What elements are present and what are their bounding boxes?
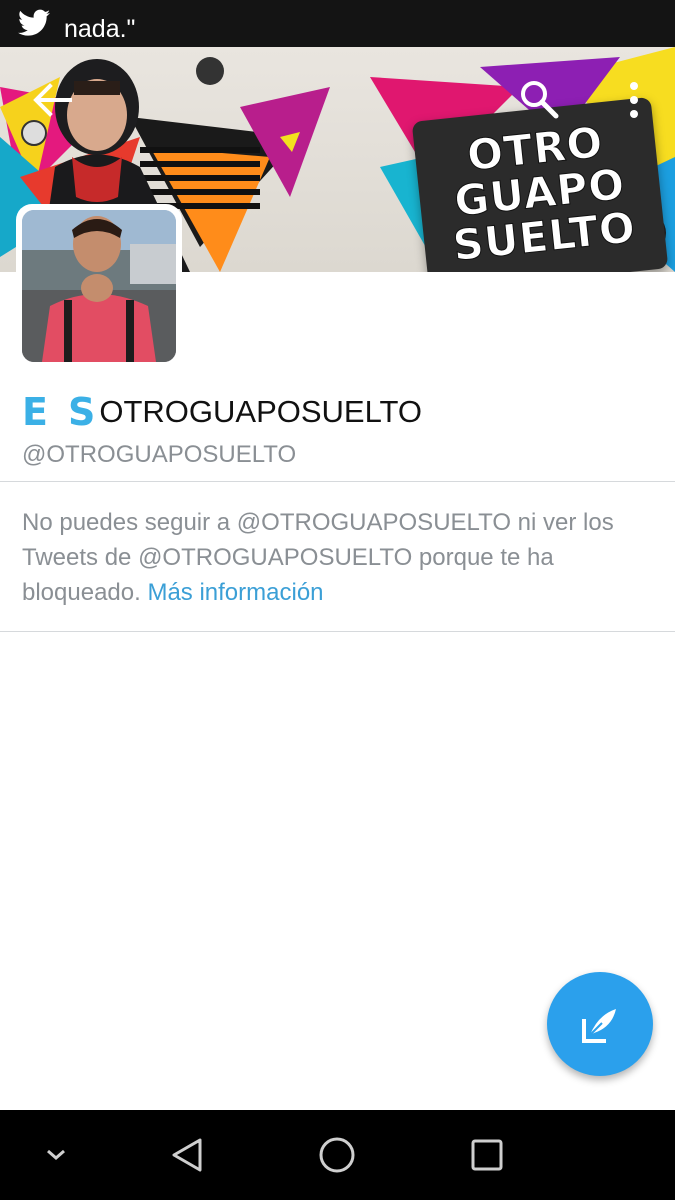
- more-vertical-icon[interactable]: [622, 80, 646, 120]
- name-prefix: ES: [22, 390, 95, 434]
- arrow-left-icon[interactable]: [30, 80, 74, 120]
- notification-text: nada.": [64, 15, 136, 43]
- back-triangle-icon[interactable]: [162, 1110, 212, 1200]
- divider-bottom: [0, 631, 675, 632]
- home-circle-icon[interactable]: [312, 1110, 362, 1200]
- twitter-bird-icon: [18, 9, 50, 36]
- divider-top: [0, 481, 675, 482]
- recents-square-icon[interactable]: [462, 1110, 512, 1200]
- search-icon[interactable]: [518, 78, 560, 120]
- avatar-photo: [22, 210, 176, 362]
- compose-tweet-button[interactable]: [547, 972, 653, 1076]
- more-info-link[interactable]: Más información: [147, 579, 323, 606]
- blocked-notice: No puedes seguir a @OTROGUAPOSUELTO ni v…: [22, 505, 652, 610]
- status-bar: nada.": [0, 0, 675, 47]
- compose-tweet-icon: [582, 1009, 616, 1043]
- profile-name-row: ES OTROGUAPOSUELTO: [22, 390, 422, 434]
- banner-logo: OTRO GUAPO SUELTO: [411, 96, 669, 272]
- system-nav-bar: [0, 1110, 675, 1200]
- chevron-down-icon[interactable]: [36, 1110, 76, 1200]
- name-prefix-s: S: [67, 390, 96, 434]
- user-handle: @OTROGUAPOSUELTO: [22, 441, 297, 468]
- display-name: OTROGUAPOSUELTO: [99, 394, 423, 429]
- name-prefix-e: E: [22, 390, 48, 434]
- profile-avatar[interactable]: [16, 204, 182, 368]
